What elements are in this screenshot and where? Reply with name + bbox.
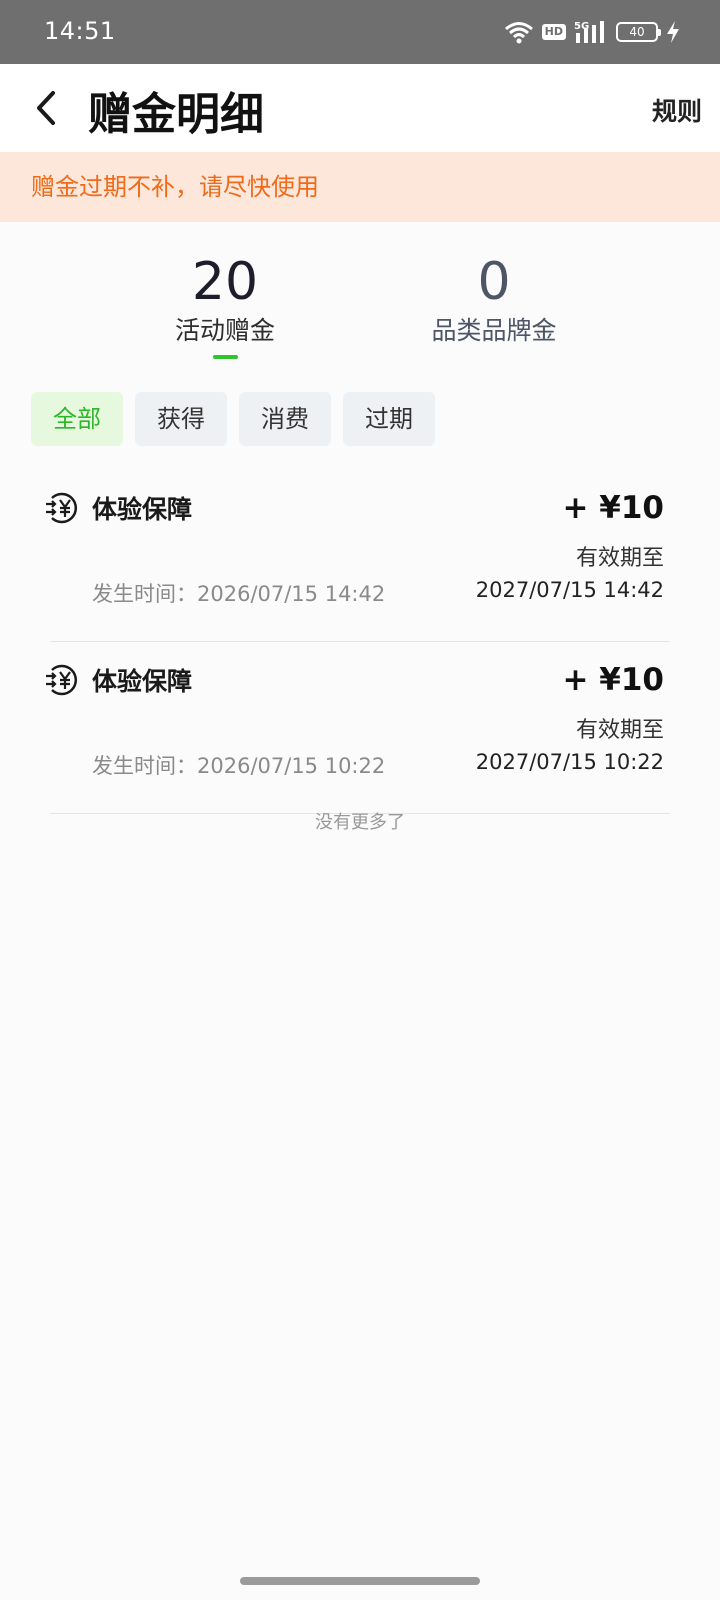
wifi-icon bbox=[504, 20, 534, 44]
activity-bonus-amount: 20 bbox=[191, 252, 259, 312]
status-time: 14:51 bbox=[44, 17, 116, 45]
chevron-left-icon bbox=[37, 91, 55, 125]
activity-bonus-label: 活动赠金 bbox=[174, 316, 275, 345]
yen-transfer-icon bbox=[44, 490, 80, 526]
filter-chips: 全部 获得 消费 过期 bbox=[31, 392, 435, 446]
filter-earned[interactable]: 获得 bbox=[135, 392, 227, 446]
records-list: 体验保障 + ¥10 有效期至 发生时间：2026/07/15 14:42 20… bbox=[0, 470, 720, 814]
category-brand-label: 品类品牌金 bbox=[431, 316, 557, 345]
home-indicator[interactable] bbox=[240, 1577, 480, 1585]
list-item[interactable]: 体验保障 + ¥10 有效期至 发生时间：2026/07/15 10:22 20… bbox=[46, 642, 670, 814]
rules-link[interactable]: 规则 bbox=[652, 92, 702, 128]
record-occurred-time: 发生时间：2026/07/15 14:42 bbox=[92, 582, 386, 606]
record-title: 体验保障 bbox=[92, 667, 193, 696]
battery-indicator: 40 bbox=[616, 22, 661, 42]
list-item[interactable]: 体验保障 + ¥10 有效期至 发生时间：2026/07/15 14:42 20… bbox=[46, 470, 670, 642]
category-brand-amount: 0 bbox=[477, 252, 511, 312]
active-tab-indicator bbox=[213, 355, 238, 359]
record-amount: + ¥10 bbox=[562, 490, 664, 526]
record-occurred-time: 发生时间：2026/07/15 10:22 bbox=[92, 754, 386, 778]
record-amount: + ¥10 bbox=[562, 662, 664, 698]
filter-expired[interactable]: 过期 bbox=[343, 392, 435, 446]
record-validity-label: 有效期至 bbox=[575, 718, 664, 743]
tab-activity-bonus[interactable]: 20 活动赠金 bbox=[160, 252, 290, 348]
header: 赠金明细 规则 bbox=[0, 64, 720, 152]
filter-spent[interactable]: 消费 bbox=[239, 392, 331, 446]
yen-transfer-icon bbox=[44, 662, 80, 698]
signal-icon: 5G bbox=[574, 19, 608, 45]
charging-icon bbox=[666, 20, 680, 44]
record-title: 体验保障 bbox=[92, 495, 193, 524]
tab-category-brand-bonus[interactable]: 0 品类品牌金 bbox=[420, 252, 568, 348]
page-title: 赠金明细 bbox=[88, 89, 264, 140]
status-icons: HD 5G 40 bbox=[504, 18, 680, 46]
record-expiry-date: 2027/07/15 10:22 bbox=[475, 750, 664, 774]
filter-all[interactable]: 全部 bbox=[31, 392, 123, 446]
balance-tabs: 20 活动赠金 0 品类品牌金 bbox=[0, 222, 720, 372]
record-expiry-date: 2027/07/15 14:42 bbox=[475, 578, 664, 602]
status-bar: 14:51 HD 5G 40 bbox=[0, 0, 720, 64]
expiry-notice-banner: 赠金过期不补，请尽快使用 bbox=[0, 152, 720, 222]
back-button[interactable] bbox=[26, 84, 66, 132]
hd-badge: HD bbox=[541, 24, 566, 40]
no-more-text: 没有更多了 bbox=[315, 812, 405, 833]
record-validity-label: 有效期至 bbox=[575, 546, 664, 571]
